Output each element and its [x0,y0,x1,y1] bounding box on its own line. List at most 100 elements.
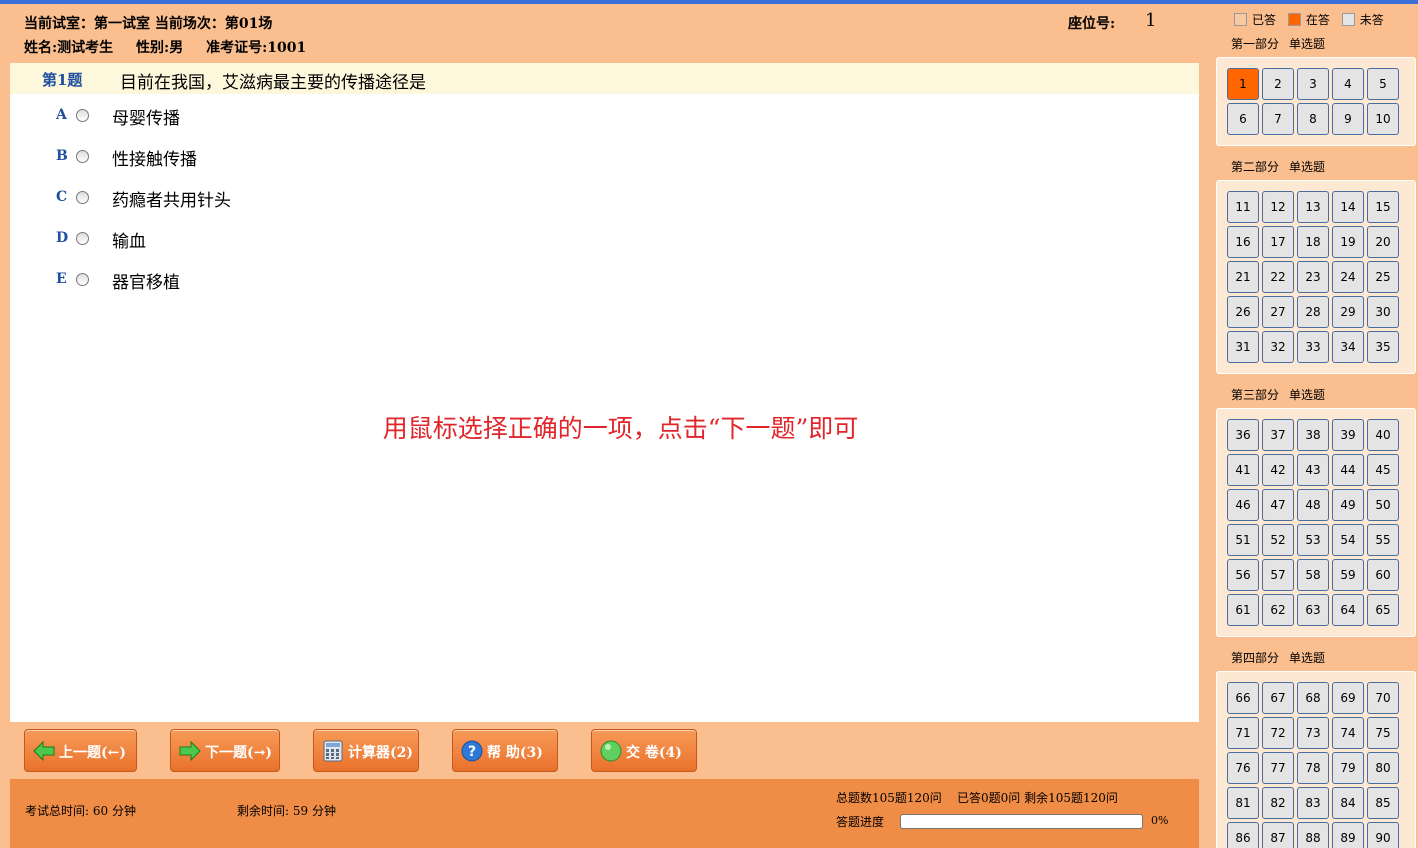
question-nav-button[interactable]: 31 [1227,331,1259,363]
question-nav-button[interactable]: 80 [1367,752,1399,784]
option-d-radio[interactable] [76,232,89,245]
question-nav-button[interactable]: 35 [1367,331,1399,363]
question-nav-button[interactable]: 40 [1367,419,1399,451]
question-nav-button[interactable]: 37 [1262,419,1294,451]
question-nav-button[interactable]: 13 [1297,191,1329,223]
question-nav-button[interactable]: 47 [1262,489,1294,521]
question-nav-button[interactable]: 67 [1262,682,1294,714]
question-nav-button[interactable]: 38 [1297,419,1329,451]
option-text[interactable]: 母婴传播 [112,104,180,129]
question-nav-button[interactable]: 58 [1297,559,1329,591]
question-nav-button[interactable]: 6 [1227,103,1259,135]
question-nav-button[interactable]: 48 [1297,489,1329,521]
question-nav-button[interactable]: 39 [1332,419,1364,451]
question-nav-button[interactable]: 30 [1367,296,1399,328]
question-nav-button[interactable]: 44 [1332,454,1364,486]
question-nav-button[interactable]: 10 [1367,103,1399,135]
question-nav-button[interactable]: 2 [1262,68,1294,100]
question-nav-button[interactable]: 27 [1262,296,1294,328]
help-button[interactable]: ? 帮 助(3) [452,729,558,772]
question-nav-button[interactable]: 45 [1367,454,1399,486]
question-nav-button[interactable]: 78 [1297,752,1329,784]
question-nav-button[interactable]: 50 [1367,489,1399,521]
question-nav-button[interactable]: 86 [1227,822,1259,848]
question-nav-button[interactable]: 68 [1297,682,1329,714]
next-question-button[interactable]: 下一题(→) [170,729,280,772]
question-nav-button[interactable]: 11 [1227,191,1259,223]
question-nav-button[interactable]: 61 [1227,594,1259,626]
question-nav-button[interactable]: 70 [1367,682,1399,714]
question-nav-button[interactable]: 29 [1332,296,1364,328]
question-nav-button[interactable]: 63 [1297,594,1329,626]
question-nav-button[interactable]: 49 [1332,489,1364,521]
question-nav-button[interactable]: 14 [1332,191,1364,223]
question-nav-button[interactable]: 64 [1332,594,1364,626]
question-nav-button[interactable]: 22 [1262,261,1294,293]
question-nav-button[interactable]: 87 [1262,822,1294,848]
question-nav-button[interactable]: 28 [1297,296,1329,328]
question-nav-button[interactable]: 20 [1367,226,1399,258]
question-nav-button[interactable]: 32 [1262,331,1294,363]
question-nav-button[interactable]: 8 [1297,103,1329,135]
question-nav-button[interactable]: 43 [1297,454,1329,486]
question-nav-button[interactable]: 74 [1332,717,1364,749]
option-text[interactable]: 性接触传播 [112,145,197,170]
question-nav-button[interactable]: 25 [1367,261,1399,293]
question-nav-button[interactable]: 72 [1262,717,1294,749]
question-nav-button[interactable]: 15 [1367,191,1399,223]
question-nav-button[interactable]: 26 [1227,296,1259,328]
question-nav-button[interactable]: 12 [1262,191,1294,223]
option-b-radio[interactable] [76,150,89,163]
question-nav-button[interactable]: 21 [1227,261,1259,293]
question-nav-button[interactable]: 3 [1297,68,1329,100]
option-text[interactable]: 药瘾者共用针头 [112,186,231,211]
question-nav-button[interactable]: 54 [1332,524,1364,556]
question-nav-button[interactable]: 84 [1332,787,1364,819]
question-nav-button[interactable]: 83 [1297,787,1329,819]
option-text[interactable]: 器官移植 [112,268,180,293]
question-nav-button[interactable]: 73 [1297,717,1329,749]
question-nav-button[interactable]: 23 [1297,261,1329,293]
question-nav-button[interactable]: 5 [1367,68,1399,100]
question-nav-button[interactable]: 17 [1262,226,1294,258]
question-nav-button[interactable]: 59 [1332,559,1364,591]
option-c-radio[interactable] [76,191,89,204]
question-nav-button[interactable]: 65 [1367,594,1399,626]
question-nav-button[interactable]: 62 [1262,594,1294,626]
submit-button[interactable]: 交 卷(4) [591,729,697,772]
prev-question-button[interactable]: 上一题(←) [24,729,137,772]
question-nav-button[interactable]: 36 [1227,419,1259,451]
question-nav-button[interactable]: 79 [1332,752,1364,784]
question-nav-button[interactable]: 7 [1262,103,1294,135]
question-nav-button[interactable]: 33 [1297,331,1329,363]
question-nav-button[interactable]: 4 [1332,68,1364,100]
question-nav-button[interactable]: 82 [1262,787,1294,819]
question-nav-button[interactable]: 88 [1297,822,1329,848]
question-nav-button[interactable]: 77 [1262,752,1294,784]
question-nav-button[interactable]: 60 [1367,559,1399,591]
question-nav-button[interactable]: 81 [1227,787,1259,819]
question-nav-button[interactable]: 34 [1332,331,1364,363]
question-nav-button[interactable]: 9 [1332,103,1364,135]
question-nav-button[interactable]: 57 [1262,559,1294,591]
question-nav-button[interactable]: 69 [1332,682,1364,714]
question-nav-button[interactable]: 46 [1227,489,1259,521]
question-nav-button[interactable]: 85 [1367,787,1399,819]
question-nav-button[interactable]: 75 [1367,717,1399,749]
question-nav-button[interactable]: 55 [1367,524,1399,556]
question-nav-button[interactable]: 76 [1227,752,1259,784]
question-nav-button[interactable]: 16 [1227,226,1259,258]
question-nav-button[interactable]: 90 [1367,822,1399,848]
question-nav-button[interactable]: 71 [1227,717,1259,749]
option-text[interactable]: 输血 [112,227,146,252]
question-nav-button[interactable]: 89 [1332,822,1364,848]
question-nav-button[interactable]: 19 [1332,226,1364,258]
question-nav-button[interactable]: 24 [1332,261,1364,293]
option-e-radio[interactable] [76,273,89,286]
question-nav-button[interactable]: 41 [1227,454,1259,486]
question-nav-button[interactable]: 56 [1227,559,1259,591]
question-nav-button[interactable]: 53 [1297,524,1329,556]
question-nav-button[interactable]: 42 [1262,454,1294,486]
question-nav-button[interactable]: 66 [1227,682,1259,714]
option-a-radio[interactable] [76,109,89,122]
